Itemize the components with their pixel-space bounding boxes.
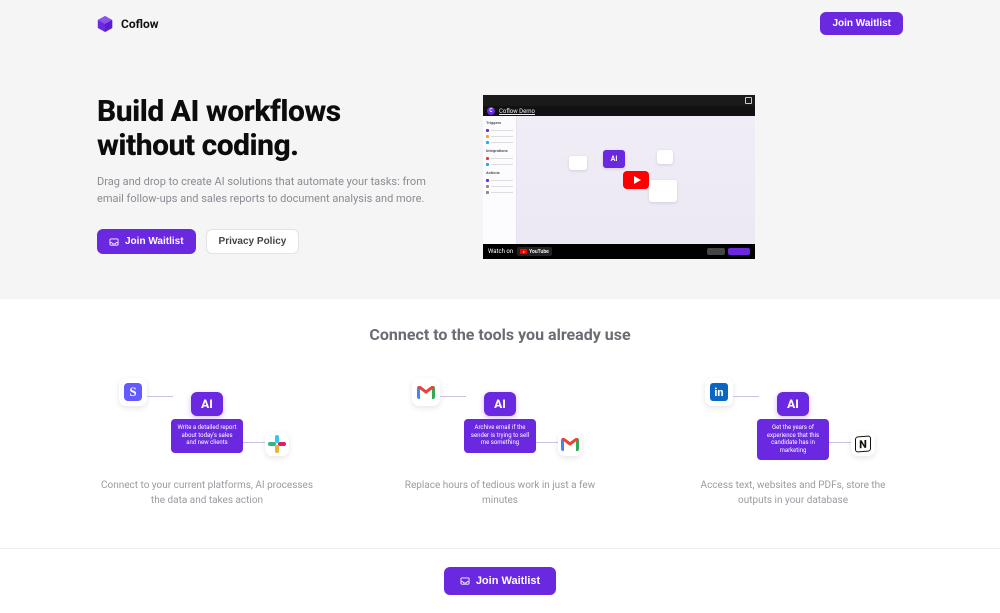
ai-card-text: Write a detailed report about today's sa… (171, 419, 243, 453)
video-title[interactable]: Coflow Demo (499, 108, 535, 115)
ai-node: AI Write a detailed report about today's… (171, 392, 243, 453)
tools-section: Connect to the tools you already use S A… (0, 299, 1000, 548)
tool-column: AI Archive email if the sender is trying… (390, 372, 610, 508)
linkedin-icon: in (705, 378, 733, 406)
play-icon[interactable] (623, 171, 649, 189)
hero: Build AI workflows without coding. Drag … (97, 95, 903, 259)
ai-node: AI Get the years of experience that this… (757, 392, 829, 460)
youtube-icon (520, 249, 527, 254)
tools-grid: S AI Write a detailed report about today… (97, 372, 903, 508)
youtube-badge[interactable]: YouTube (517, 247, 552, 256)
tool-caption: Connect to your current platforms, AI pr… (97, 478, 317, 508)
video-bottom-bar: Watch on YouTube (483, 244, 755, 259)
slack-icon (265, 432, 289, 456)
watch-later-button[interactable] (728, 248, 750, 255)
video-title-bar: C Coflow Demo (483, 106, 755, 116)
logo-icon (97, 15, 113, 33)
inbox-icon (460, 576, 470, 586)
tool-caption: Replace hours of tedious work in just a … (390, 478, 610, 508)
ai-node: AI Archive email if the sender is trying… (464, 392, 536, 453)
button-label: Privacy Policy (219, 236, 287, 247)
watch-on-label: Watch on (488, 248, 513, 255)
hero-join-waitlist-button[interactable]: Join Waitlist (97, 229, 196, 254)
button-label: Join Waitlist (832, 18, 891, 29)
notion-icon: N (851, 432, 875, 456)
video-top-controls (483, 95, 755, 106)
gmail-icon (412, 378, 440, 406)
tool-column: in AI Get the years of experience that t… (683, 372, 903, 508)
brand-name: Coflow (121, 17, 159, 31)
gmail-icon (558, 432, 582, 456)
hero-subtitle: Drag and drop to create AI solutions tha… (97, 174, 437, 207)
demo-video-embed[interactable]: C Coflow Demo Triggers Integrations Acti… (483, 95, 755, 259)
copy-link-icon[interactable] (745, 97, 752, 104)
hero-actions: Join Waitlist Privacy Policy (97, 229, 457, 254)
tools-heading: Connect to the tools you already use (97, 325, 903, 344)
ai-card-text: Archive email if the sender is trying to… (464, 419, 536, 453)
tool-caption: Access text, websites and PDFs, store th… (683, 478, 903, 508)
top-nav: Coflow Join Waitlist (97, 8, 903, 39)
privacy-policy-button[interactable]: Privacy Policy (206, 229, 300, 254)
channel-avatar: C (487, 107, 495, 115)
button-label: Join Waitlist (476, 575, 540, 587)
brand[interactable]: Coflow (97, 15, 159, 33)
hero-title: Build AI workflows without coding. (97, 95, 457, 162)
tool-column: S AI Write a detailed report about today… (97, 372, 317, 508)
nav-join-waitlist-button[interactable]: Join Waitlist (820, 12, 903, 35)
video-preview-frame: Triggers Integrations Actions (483, 116, 755, 244)
footer-join-waitlist-button[interactable]: Join Waitlist (444, 567, 556, 595)
button-label: Join Waitlist (125, 236, 184, 247)
hero-section: Coflow Join Waitlist Build AI workflows … (0, 0, 1000, 299)
stripe-icon: S (119, 378, 147, 406)
inbox-icon (109, 237, 119, 247)
footer-cta-section: Join Waitlist (0, 548, 1000, 613)
ai-card-text: Get the years of experience that this ca… (757, 419, 829, 460)
share-button[interactable] (707, 248, 725, 255)
